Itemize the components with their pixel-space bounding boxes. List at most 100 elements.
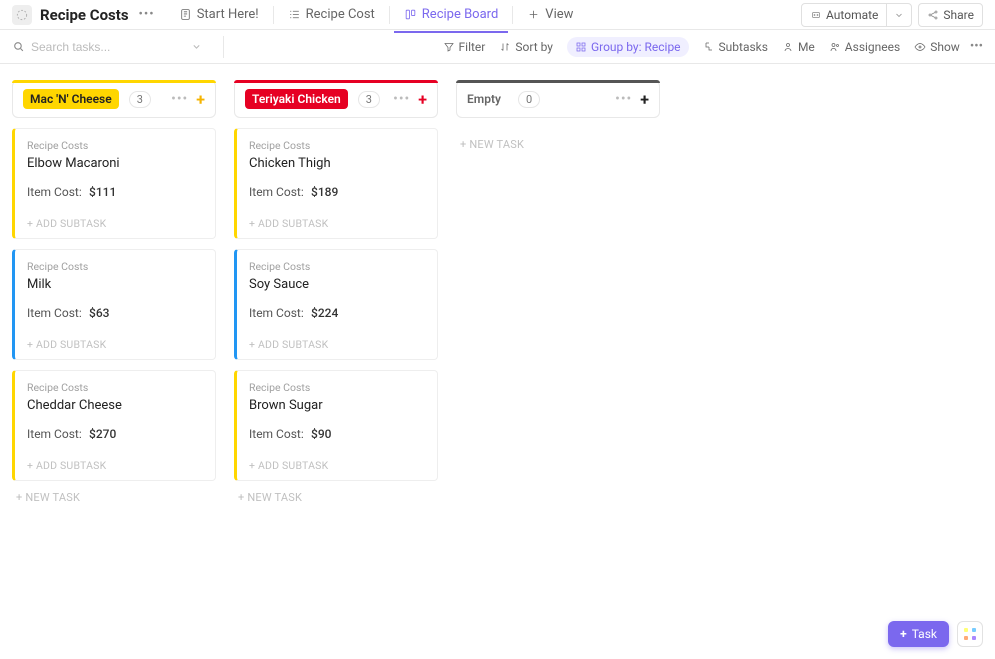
field-value: $270 [89,427,116,441]
field-label: Item Cost: [249,427,311,441]
column-count: 0 [518,91,540,108]
list-icon [288,8,301,21]
task-card[interactable]: Recipe Costs Cheddar Cheese Item Cost:$270… [12,370,216,481]
board-icon [404,8,417,21]
search-input[interactable] [31,40,186,54]
column-name: Mac 'N' Cheese [23,89,119,109]
automate-dropdown[interactable] [886,4,911,26]
add-subtask-button[interactable]: + ADD SUBTASK [249,332,425,359]
subtasks-button[interactable]: Subtasks [703,40,768,54]
robot-icon [810,9,822,21]
page-title: Recipe Costs [40,6,129,24]
column-mac: Mac 'N' Cheese 3 ••• + Recipe CostsElbow Mac… [12,80,216,514]
field-value: $111 [89,185,116,199]
field-value: $224 [311,306,338,320]
add-subtask-button[interactable]: + ADD SUBTASK [27,332,203,359]
field-label: Item Cost: [27,306,89,320]
view-tabs: Start Here! Recipe Cost Recipe Board Vie… [169,1,584,28]
column-header: Teriyaki Chicken3•••+ [234,80,438,118]
divider [512,6,513,24]
divider [273,6,274,24]
assignees-button[interactable]: Assignees [829,40,900,54]
column-name: Empty [467,89,508,109]
new-task-button[interactable]: + NEW TASK [234,481,438,514]
card-breadcrumb: Recipe Costs [27,139,203,152]
divider [389,6,390,24]
new-task-button[interactable]: + NEW TASK [12,481,216,514]
subtasks-icon [703,41,715,53]
fab-row: + Task [888,621,983,647]
sort-icon [499,41,511,53]
apps-fab[interactable] [957,621,983,647]
add-subtask-button[interactable]: + ADD SUBTASK [27,211,203,238]
space-icon [12,5,32,25]
person-icon [782,41,794,53]
show-button[interactable]: Show [914,40,960,54]
add-subtask-button[interactable]: + ADD SUBTASK [27,453,203,480]
card-title: Cheddar Cheese [27,398,203,413]
card-list: Recipe CostsElbow MacaroniItem Cost:$111… [12,128,216,481]
plus-icon: + [900,627,907,641]
field-label: Item Cost: [249,306,311,320]
topbar: Recipe Costs ••• Start Here! Recipe Cost… [0,0,995,30]
task-card[interactable]: Recipe CostsSoy SauceItem Cost:$224+ ADD… [234,249,438,360]
card-title: Brown Sugar [249,398,425,413]
toolbar: Filter Sort by Group by: Recipe Subtasks… [0,30,995,64]
view-start-here[interactable]: Start Here! [169,1,269,28]
plus-icon [527,8,540,21]
card-field-row: Item Cost:$224 [249,306,425,320]
sort-button[interactable]: Sort by [499,40,553,54]
add-subtask-button[interactable]: + ADD SUBTASK [249,453,425,480]
group-by-button[interactable]: Group by: Recipe [567,37,689,57]
toolbar-more-icon[interactable]: ••• [970,39,983,54]
people-icon [829,41,841,53]
column-header: Empty 0 ••• + [456,80,660,118]
card-breadcrumb: Recipe Costs [27,260,203,273]
add-view-button[interactable]: View [517,1,583,28]
card-list: Recipe CostsChicken ThighItem Cost:$189+… [234,128,438,481]
filter-button[interactable]: Filter [443,40,486,54]
column-count: 3 [129,91,151,108]
field-value: $63 [89,306,109,320]
search-wrap [12,40,209,54]
automate-button[interactable]: Automate [802,4,886,26]
card-breadcrumb: Recipe Costs [249,139,425,152]
task-card[interactable]: Recipe Costs Chicken Thigh Item Cost:$189 +… [234,128,438,239]
add-subtask-button[interactable]: + ADD SUBTASK [249,211,425,238]
field-label: Item Cost: [27,427,89,441]
card-title: Soy Sauce [249,277,425,292]
column-more-icon[interactable]: ••• [171,91,188,107]
column-add-button[interactable]: + [196,90,205,109]
column-more-icon[interactable]: ••• [615,91,632,107]
column-name: Teriyaki Chicken [245,89,348,109]
doc-icon [179,8,192,21]
task-card[interactable]: Recipe Costs Milk Item Cost:$63 + ADD SUBTA… [12,249,216,360]
filter-icon [443,41,455,53]
new-task-fab[interactable]: + Task [888,621,949,647]
chevron-down-icon [893,9,905,21]
field-label: Item Cost: [249,185,311,199]
new-task-button[interactable]: + NEW TASK [456,128,660,161]
field-label: Item Cost: [27,185,89,199]
search-chevron-icon[interactable] [190,40,203,53]
share-button[interactable]: Share [918,3,983,27]
eye-icon [914,41,926,53]
column-add-button[interactable]: + [418,90,427,109]
card-field-row: Item Cost:$270 [27,427,203,441]
field-value: $189 [311,185,338,199]
card-field-row: Item Cost:$111 [27,185,203,199]
card-breadcrumb: Recipe Costs [27,381,203,394]
column-more-icon[interactable]: ••• [393,91,410,107]
group-icon [575,41,587,53]
view-recipe-cost[interactable]: Recipe Cost [278,1,385,28]
card-title: Milk [27,277,203,292]
automate-segmented: Automate [801,3,912,27]
title-more-icon[interactable]: ••• [139,7,155,22]
task-card[interactable]: Recipe CostsElbow MacaroniItem Cost:$111… [12,128,216,239]
me-button[interactable]: Me [782,40,815,54]
view-recipe-board[interactable]: Recipe Board [394,1,509,28]
card-title: Chicken Thigh [249,156,425,171]
board: Mac 'N' Cheese 3 ••• + Recipe CostsElbow Mac… [0,64,995,530]
column-add-button[interactable]: + [640,90,649,109]
task-card[interactable]: Recipe CostsBrown SugarItem Cost:$90+ AD… [234,370,438,481]
